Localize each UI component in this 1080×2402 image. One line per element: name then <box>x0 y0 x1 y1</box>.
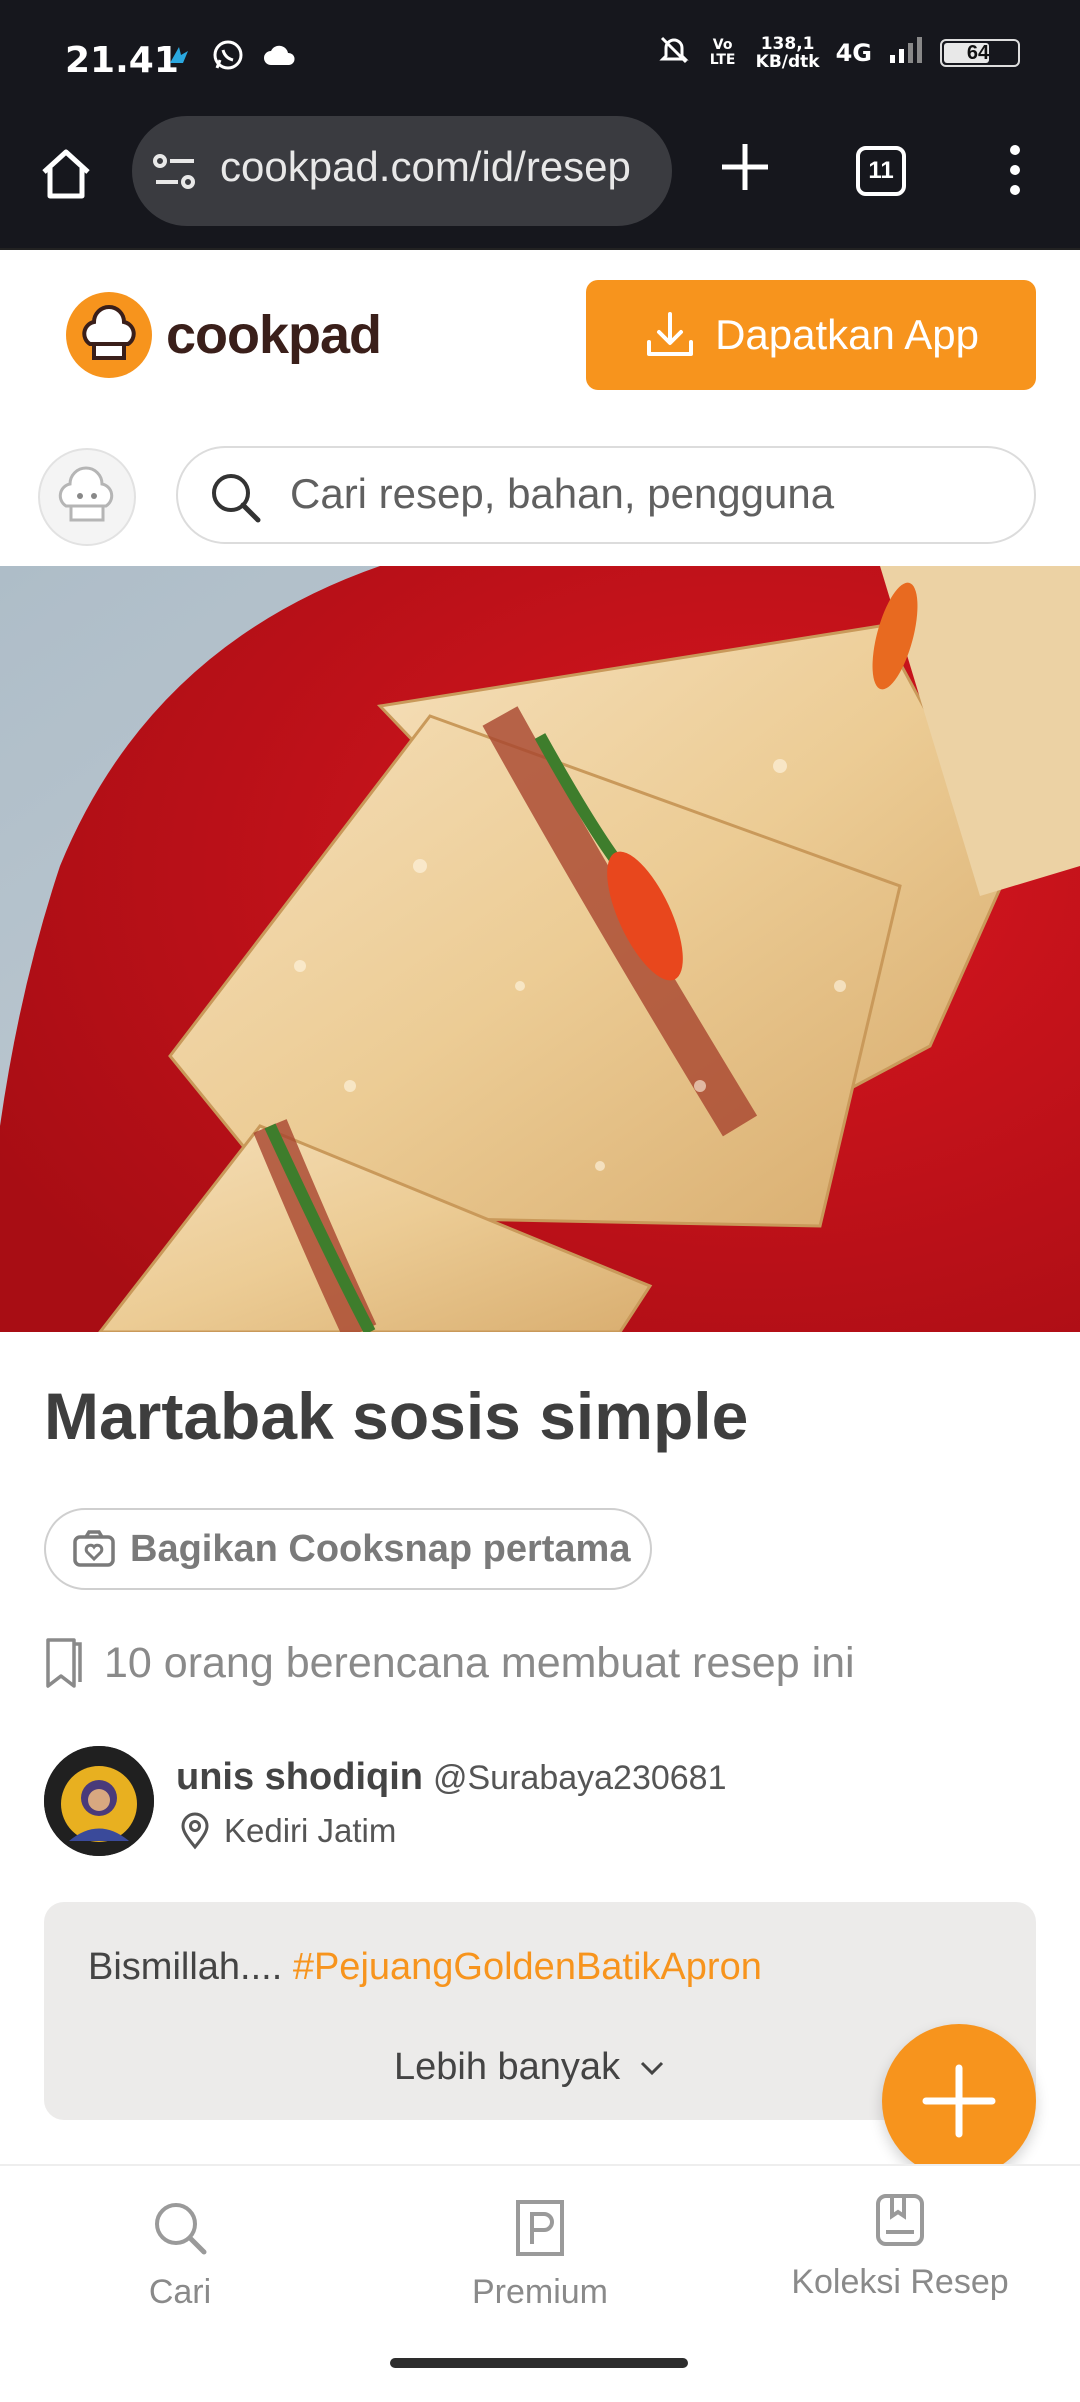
signal-icon <box>888 35 924 70</box>
show-more-button[interactable]: Lebih banyak <box>394 2046 666 2089</box>
more-vert-icon <box>1010 145 1020 195</box>
get-app-button[interactable]: Dapatkan App <box>586 280 1036 390</box>
nav-item-collection[interactable]: Koleksi Resep <box>750 2192 1050 2302</box>
add-fab-button[interactable] <box>882 2024 1036 2178</box>
location-text: Kediri Jatim <box>224 1812 397 1849</box>
author-location: Kediri Jatim <box>180 1812 396 1850</box>
recipe-photo[interactable] <box>0 566 1080 1332</box>
net-speed-unit: KB/dtk <box>755 51 820 72</box>
story-text: Bismillah.... <box>88 1946 293 1988</box>
location-pin-icon <box>181 1812 209 1850</box>
whatsapp-icon <box>211 38 245 77</box>
status-time: 21.41 <box>65 40 179 81</box>
cloud-icon <box>263 43 297 72</box>
planning-text: 10 orang berencana membuat resep ini <box>104 1638 855 1687</box>
search-input[interactable]: Cari resep, bahan, pengguna <box>290 470 834 518</box>
nav-label-premium: Premium <box>471 2273 609 2311</box>
gesture-home-indicator[interactable] <box>390 2358 688 2368</box>
status-right: Vo LTE 138,1 KB/dtk 4G 64 <box>658 34 1020 71</box>
nav-label-search: Cari <box>148 2273 212 2311</box>
url-text[interactable]: cookpad.com/id/resep <box>220 143 650 191</box>
home-button[interactable] <box>36 144 96 204</box>
premium-icon <box>516 2200 564 2256</box>
browser-menu-button[interactable] <box>1000 140 1030 205</box>
status-bar: 21.41 Vo LTE 138,1 KB/dtk 4G 64 <box>0 0 1080 124</box>
nav-item-premium[interactable]: Premium <box>390 2198 690 2312</box>
recipe-title: Martabak sosis simple <box>44 1379 749 1453</box>
site-settings-icon[interactable] <box>152 152 198 197</box>
chef-hat-icon <box>66 292 152 378</box>
story-hashtag-link[interactable]: #PejuangGoldenBatikApron <box>293 1946 762 1988</box>
network-type: 4G <box>835 38 872 67</box>
chef-avatar-icon <box>58 466 114 522</box>
search-icon <box>155 2203 207 2255</box>
net-speed: 138,1 KB/dtk <box>756 35 820 71</box>
battery-icon: 64 <box>940 38 1020 67</box>
show-more-label: Lebih banyak <box>394 2046 621 2088</box>
get-app-label: Dapatkan App <box>715 311 979 358</box>
nav-item-search[interactable]: Cari <box>30 2198 330 2312</box>
new-tab-button[interactable] <box>718 140 772 199</box>
home-icon <box>42 149 90 199</box>
story-text-row: Bismillah.... #PejuangGoldenBatikApron <box>88 1946 762 1989</box>
author-handle[interactable]: @Surabaya230681 <box>433 1759 727 1797</box>
battery-level: 64 <box>966 41 990 64</box>
camera-heart-icon <box>73 1530 115 1567</box>
logo-text: cookpad <box>166 305 382 365</box>
planning-count: 10 orang berencana membuat resep ini <box>44 1636 855 1690</box>
plus-icon <box>722 144 768 190</box>
author-name[interactable]: unis shodiqin <box>176 1756 423 1798</box>
cookpad-logo[interactable]: cookpad <box>66 292 382 378</box>
cooksnap-button[interactable]: Bagikan Cooksnap pertama <box>44 1508 652 1590</box>
cooksnap-label: Bagikan Cooksnap pertama <box>130 1527 631 1570</box>
author-avatar[interactable] <box>44 1746 154 1856</box>
chevron-down-icon <box>641 2061 664 2075</box>
download-icon <box>647 312 694 356</box>
nav-label-collection: Koleksi Resep <box>791 2263 1009 2301</box>
volte-label: Vo LTE <box>709 36 736 68</box>
collection-icon <box>876 2194 924 2246</box>
notification-icons <box>165 38 297 77</box>
tab-switcher-button[interactable]: 11 <box>856 146 906 196</box>
app-notification-icon <box>165 41 193 74</box>
author-name-row[interactable]: unis shodiqin @Surabaya230681 <box>176 1756 727 1799</box>
mute-icon <box>658 34 690 71</box>
net-speed-value: 138,1 <box>760 33 815 54</box>
search-bar[interactable]: Cari resep, bahan, pengguna <box>176 446 1036 544</box>
plus-icon <box>922 2064 996 2138</box>
bookmark-icon <box>46 1638 82 1688</box>
search-icon <box>208 470 262 529</box>
user-avatar-button[interactable] <box>38 448 136 546</box>
